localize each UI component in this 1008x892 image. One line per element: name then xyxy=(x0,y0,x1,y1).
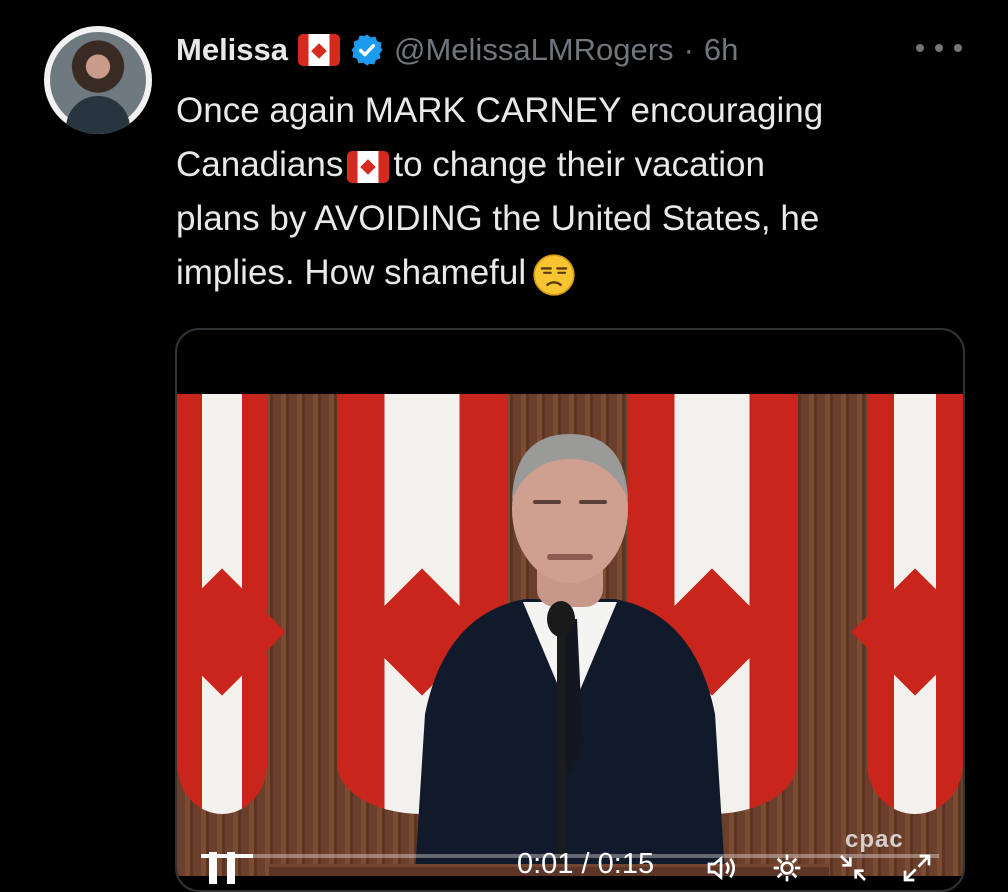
current-time: 0:01 xyxy=(517,848,574,880)
post-text-line-5: implies. How shameful xyxy=(176,253,527,292)
flag-left xyxy=(177,394,286,814)
unamused-face-icon xyxy=(533,254,575,296)
post-header: Melissa @MelissaLMRogers · 6h xyxy=(176,26,738,74)
time-separator: / xyxy=(581,848,590,880)
speaker-figure xyxy=(415,434,725,874)
post-text-line: Once again MARK CARNEY encouraging xyxy=(176,84,956,138)
video-player[interactable]: cpac 0:01 / 0:15 xyxy=(175,328,965,892)
more-icon[interactable] xyxy=(916,38,962,58)
post-text-line: implies. How shameful xyxy=(176,246,956,300)
separator: · xyxy=(683,32,694,67)
handle[interactable]: @MelissaLMRogers xyxy=(394,32,674,68)
post-time[interactable]: 6h xyxy=(704,32,738,68)
flag-right xyxy=(851,394,963,814)
post-text: Once again MARK CARNEY encouraging Canad… xyxy=(176,84,956,300)
post-text-line-3: to change their vacation xyxy=(393,145,765,184)
post-text-line: Canadians to change their vacation xyxy=(176,138,956,192)
fullscreen-icon[interactable] xyxy=(901,852,933,884)
avatar[interactable] xyxy=(44,26,152,134)
post-text-line-1: Once again MARK CARNEY encouraging xyxy=(176,91,824,130)
post-text-line-2: Canadians xyxy=(176,145,344,184)
volume-icon[interactable] xyxy=(705,852,737,884)
video-frame[interactable]: cpac xyxy=(177,394,963,876)
collapse-icon[interactable] xyxy=(837,852,869,884)
canada-flag-icon xyxy=(347,150,390,183)
canada-flag-icon xyxy=(298,34,341,66)
post-text-line: plans by AVOIDING the United States, he xyxy=(176,192,956,246)
pause-icon[interactable] xyxy=(209,852,235,884)
time-readout: 0:01 / 0:15 xyxy=(517,848,654,881)
video-controls: 0:01 / 0:15 xyxy=(177,848,963,890)
verified-badge-icon[interactable] xyxy=(350,33,384,67)
settings-icon[interactable] xyxy=(771,852,803,884)
duration: 0:15 xyxy=(597,848,655,880)
display-name[interactable]: Melissa xyxy=(176,32,288,68)
post-text-line-4: plans by AVOIDING the United States, he xyxy=(176,199,820,238)
